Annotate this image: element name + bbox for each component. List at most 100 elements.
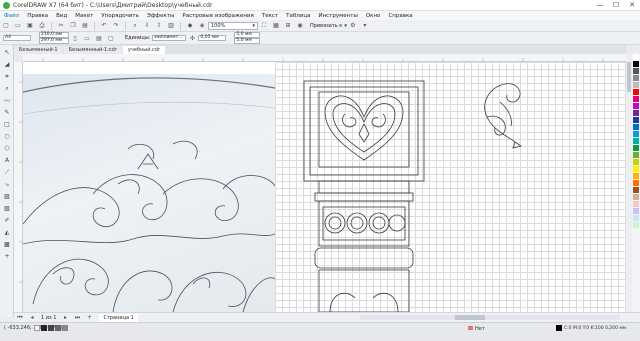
palette-swatch[interactable] xyxy=(633,61,639,67)
save-icon[interactable]: ▣ xyxy=(25,21,35,30)
transparency-tool-icon[interactable]: ▧ xyxy=(2,204,12,213)
new-document-icon[interactable]: ▢ xyxy=(1,21,11,30)
page-tab-1[interactable]: Страница 1 xyxy=(99,313,138,322)
portrait-orientation-icon[interactable]: ▯ xyxy=(70,34,80,43)
menu-bitmaps[interactable]: Растровые изображения xyxy=(178,13,257,19)
launch-settings-icon[interactable]: ▾ xyxy=(360,21,370,30)
palette-swatch[interactable] xyxy=(633,208,639,214)
page-height-field[interactable]: 297,0 мм xyxy=(39,38,69,44)
rectangle-tool-icon[interactable]: □ xyxy=(2,120,12,129)
tab-untitled-1[interactable]: Безымянный-1 xyxy=(14,46,63,54)
paste-icon[interactable]: ▤ xyxy=(80,21,90,30)
palette-swatch[interactable] xyxy=(633,103,639,109)
options-gear-icon[interactable]: ⚙ xyxy=(348,21,358,30)
vector-page-grid[interactable] xyxy=(275,62,626,312)
crop-tool-icon[interactable]: ⌗ xyxy=(2,72,12,81)
palette-swatch[interactable] xyxy=(633,145,639,151)
polygon-tool-icon[interactable]: ⬡ xyxy=(2,144,12,153)
drop-shadow-tool-icon[interactable]: ▨ xyxy=(2,192,12,201)
copy-icon[interactable]: ❐ xyxy=(68,21,78,30)
close-button[interactable]: ✕ xyxy=(624,0,640,11)
palette-swatch[interactable] xyxy=(633,75,639,81)
palette-swatch[interactable] xyxy=(633,159,639,165)
horizontal-ruler[interactable] xyxy=(23,54,626,62)
palette-swatch[interactable] xyxy=(633,96,639,102)
menu-arrange[interactable]: Упорядочить xyxy=(97,13,143,19)
palette-swatch[interactable] xyxy=(633,131,639,137)
app-launcher-icon[interactable]: ◆ xyxy=(185,21,195,30)
all-pages-icon[interactable]: ▤ xyxy=(94,34,104,43)
page-size-select[interactable]: A4 xyxy=(3,35,31,41)
print-icon[interactable]: ⎙ xyxy=(37,21,47,30)
previous-page-icon[interactable]: ◂ xyxy=(27,313,37,322)
maximize-button[interactable]: ☐ xyxy=(608,0,624,11)
zoom-tool-icon[interactable]: ⌕ xyxy=(2,84,12,93)
artistic-media-tool-icon[interactable]: ✎ xyxy=(2,108,12,117)
palette-swatch[interactable] xyxy=(34,325,40,331)
menu-effects[interactable]: Эффекты xyxy=(143,13,179,19)
fill-indicator[interactable]: ⊠ Нет xyxy=(468,325,485,332)
reference-sketch-photo[interactable] xyxy=(23,74,276,312)
menu-file[interactable]: Файл xyxy=(0,13,23,19)
smart-fill-tool-icon[interactable]: ▩ xyxy=(2,240,12,249)
palette-swatch[interactable] xyxy=(633,215,639,221)
palette-swatch[interactable] xyxy=(55,325,61,331)
palette-swatch[interactable] xyxy=(633,124,639,130)
menu-edit[interactable]: Правка xyxy=(23,13,52,19)
connector-tool-icon[interactable]: ⤷ xyxy=(2,180,12,189)
palette-swatch[interactable] xyxy=(633,201,639,207)
palette-swatch[interactable] xyxy=(41,325,47,331)
show-rulers-icon[interactable]: ▦ xyxy=(271,21,281,30)
palette-swatch[interactable] xyxy=(633,68,639,74)
redo-icon[interactable]: ↷ xyxy=(111,21,121,30)
show-guidelines-icon[interactable]: ◉ xyxy=(295,21,305,30)
palette-swatch[interactable] xyxy=(62,325,68,331)
landscape-orientation-icon[interactable]: ▭ xyxy=(82,34,92,43)
palette-swatch[interactable] xyxy=(48,325,54,331)
tab-training-cdr[interactable]: учебный.cdr xyxy=(122,46,166,54)
undo-icon[interactable]: ↶ xyxy=(99,21,109,30)
nudge-distance-field[interactable]: 0,05 мм xyxy=(198,35,227,41)
freehand-tool-icon[interactable]: 〰 xyxy=(2,96,12,105)
pick-tool-icon[interactable]: ↖ xyxy=(2,48,12,57)
cut-icon[interactable]: ✂ xyxy=(56,21,66,30)
color-eyedropper-tool-icon[interactable]: ✐ xyxy=(2,216,12,225)
shape-tool-icon[interactable]: ◢ xyxy=(2,60,12,69)
horizontal-scrollbar[interactable] xyxy=(360,315,620,320)
snap-to-dropdown[interactable]: Привязать к ▾ xyxy=(310,23,347,29)
palette-swatch[interactable] xyxy=(633,187,639,193)
scrollbar-thumb[interactable] xyxy=(455,315,485,320)
show-grid-icon[interactable]: ⊞ xyxy=(283,21,293,30)
units-select[interactable]: миллимет... xyxy=(152,35,187,41)
menu-tools[interactable]: Инструменты xyxy=(314,13,361,19)
menu-table[interactable]: Таблица xyxy=(282,13,314,19)
menu-layout[interactable]: Макет xyxy=(71,13,97,19)
search-content-icon[interactable]: ⌕ xyxy=(130,21,140,30)
current-page-icon[interactable]: ▢ xyxy=(106,34,116,43)
palette-swatch[interactable] xyxy=(633,180,639,186)
tab-untitled-1-cdr[interactable]: Безымянный-1:cdr xyxy=(63,46,122,54)
add-tool-icon[interactable]: + xyxy=(2,252,12,261)
palette-swatch[interactable] xyxy=(633,222,639,228)
menu-window[interactable]: Окно xyxy=(362,13,385,19)
duplicate-distance-y-field[interactable]: 5,0 мм xyxy=(234,38,261,44)
export-icon[interactable]: ⇧ xyxy=(154,21,164,30)
vertical-ruler[interactable] xyxy=(14,62,23,312)
parallel-dimension-tool-icon[interactable]: ⟋ xyxy=(2,168,12,177)
import-icon[interactable]: ⇩ xyxy=(142,21,152,30)
palette-swatch[interactable] xyxy=(633,138,639,144)
last-page-icon[interactable]: ⏭ xyxy=(72,313,82,322)
scrollbar-thumb[interactable] xyxy=(627,62,631,92)
palette-swatch[interactable] xyxy=(633,82,639,88)
palette-swatch[interactable] xyxy=(633,54,639,60)
palette-swatch[interactable] xyxy=(633,89,639,95)
menu-text[interactable]: Текст xyxy=(258,13,282,19)
menu-view[interactable]: Вид xyxy=(52,13,71,19)
palette-swatch[interactable] xyxy=(633,166,639,172)
palette-swatch[interactable] xyxy=(633,117,639,123)
palette-swatch[interactable] xyxy=(633,152,639,158)
publish-pdf-icon[interactable]: ▥ xyxy=(166,21,176,30)
next-page-icon[interactable]: ▸ xyxy=(60,313,70,322)
first-page-icon[interactable]: ⏮ xyxy=(15,313,25,322)
corel-connect-icon[interactable]: ◈ xyxy=(197,21,207,30)
